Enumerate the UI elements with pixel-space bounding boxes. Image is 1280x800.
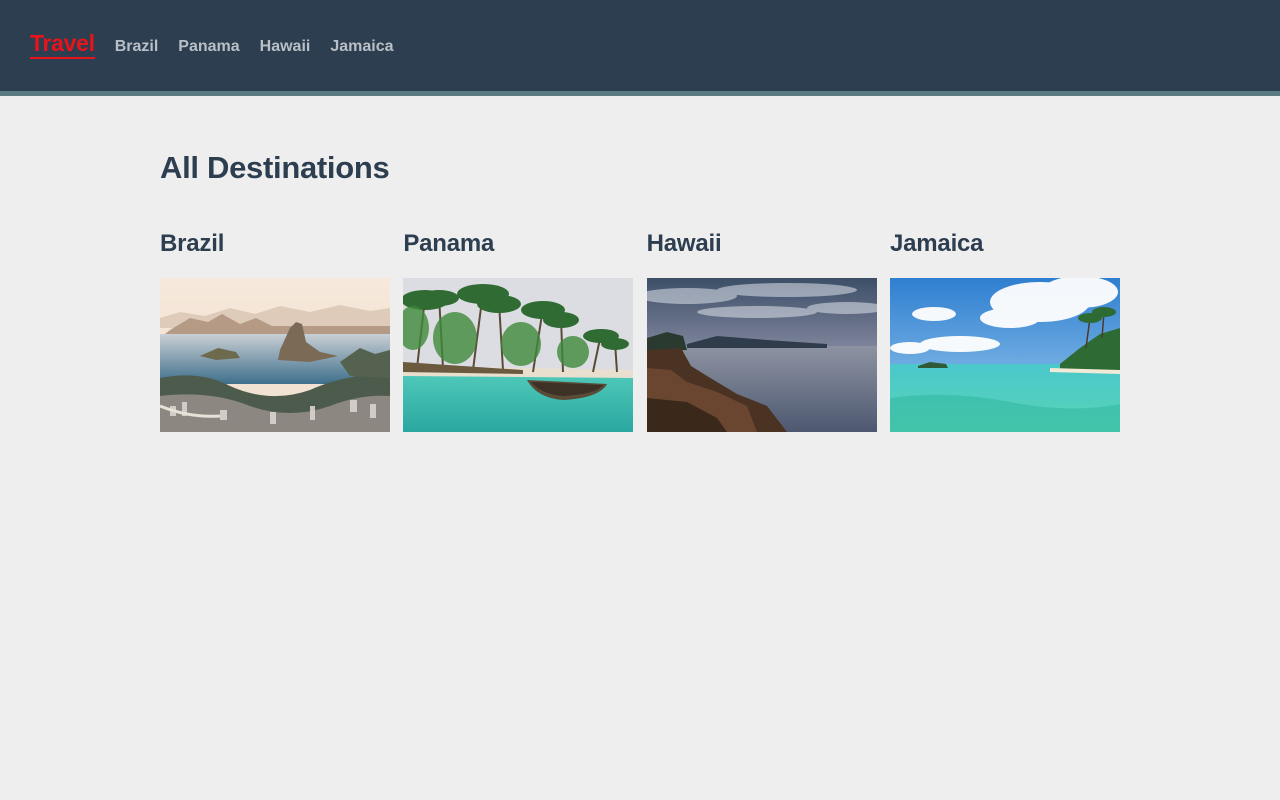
- destinations-grid: Brazil Panama Hawaii Jamaica: [160, 230, 1120, 432]
- destination-card-hawaii: Hawaii: [646, 230, 877, 432]
- nav-link-jamaica[interactable]: Jamaica: [330, 38, 393, 56]
- destination-title-jamaica: Jamaica: [889, 230, 984, 257]
- palm-beach-canoe-photo-icon: [403, 278, 634, 432]
- nav-link-panama[interactable]: Panama: [178, 38, 239, 56]
- page-title: All Destinations: [160, 150, 390, 185]
- destination-card-jamaica: Jamaica: [889, 230, 1120, 432]
- brand-logo-link[interactable]: Travel: [30, 30, 95, 59]
- main-nav: Travel Brazil Panama Hawaii Jamaica: [30, 30, 394, 59]
- rocky-coast-sunset-photo-icon: [646, 278, 877, 432]
- rio-bay-photo-icon: [160, 278, 390, 432]
- destination-image-brazil[interactable]: [160, 278, 390, 432]
- nav-link-brazil[interactable]: Brazil: [115, 38, 159, 56]
- destination-title-panama: Panama: [403, 230, 495, 257]
- destination-card-panama: Panama: [403, 230, 634, 432]
- destination-image-hawaii[interactable]: [646, 278, 877, 432]
- destination-image-panama[interactable]: [403, 278, 634, 432]
- top-navbar: Travel Brazil Panama Hawaii Jamaica: [0, 0, 1280, 96]
- destination-card-brazil: Brazil: [160, 230, 390, 432]
- destination-title-hawaii: Hawaii: [646, 230, 722, 257]
- tropical-lagoon-photo-icon: [889, 278, 1120, 432]
- destination-image-jamaica[interactable]: [889, 278, 1120, 432]
- destination-title-brazil: Brazil: [160, 230, 225, 257]
- nav-link-hawaii[interactable]: Hawaii: [260, 38, 311, 56]
